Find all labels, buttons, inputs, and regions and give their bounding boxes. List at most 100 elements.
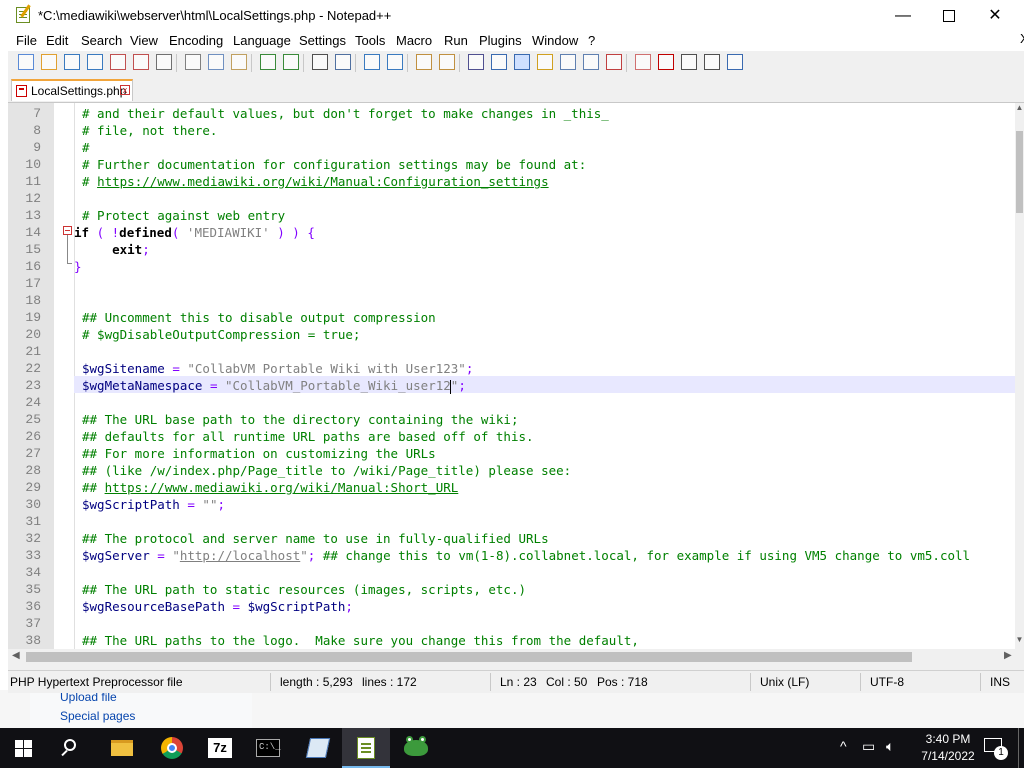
code-line[interactable]: exit; [74, 241, 150, 258]
save-all-icon[interactable] [87, 54, 103, 70]
show-desktop-button[interactable] [1018, 728, 1019, 768]
print-icon[interactable] [156, 54, 172, 70]
code-line[interactable]: # Protect against web entry [74, 207, 285, 224]
code-line[interactable]: ## The protocol and server name to use i… [74, 530, 549, 547]
horizontal-scrollbar[interactable]: ◀ ▶ [8, 649, 1024, 665]
save-icon[interactable] [64, 54, 80, 70]
copy-icon[interactable] [208, 54, 224, 70]
menu-tools[interactable]: Tools [355, 33, 385, 48]
tray-chevron-icon[interactable]: ^ [840, 738, 847, 754]
volume-icon[interactable]: 🔈︎ [886, 738, 894, 755]
menu-encoding[interactable]: Encoding [169, 33, 223, 48]
folder-workspace-icon[interactable] [606, 54, 622, 70]
status-insert-mode[interactable]: INS [990, 675, 1010, 689]
menu-settings[interactable]: Settings [299, 33, 346, 48]
fold-margin[interactable] [54, 103, 74, 649]
doc-map-icon[interactable] [560, 54, 576, 70]
menu-view[interactable]: View [130, 33, 158, 48]
code-line[interactable]: # file, not there. [74, 122, 217, 139]
vertical-scrollbar[interactable]: ▲ ▼ [1015, 103, 1024, 649]
taskbar-frog-app[interactable] [392, 728, 440, 768]
close-all-icon[interactable] [133, 54, 149, 70]
paste-icon[interactable] [231, 54, 247, 70]
code-line[interactable] [74, 343, 82, 360]
record-macro-icon[interactable] [658, 54, 674, 70]
play-macro-icon[interactable] [704, 54, 720, 70]
start-button[interactable] [0, 728, 48, 768]
code-line[interactable]: $wgServer = "http://localhost"; ## chang… [74, 547, 970, 564]
title-bar[interactable]: *C:\mediawiki\webserver\html\LocalSettin… [8, 0, 1024, 31]
menu-run[interactable]: Run [444, 33, 468, 48]
code-line[interactable]: ## The URL path to static resources (ima… [74, 581, 526, 598]
sync-horizontal-icon[interactable] [439, 54, 455, 70]
open-file-icon[interactable] [41, 54, 57, 70]
taskbar-search-button[interactable] [48, 728, 96, 768]
scroll-down-icon[interactable]: ▼ [1015, 635, 1024, 647]
close-button[interactable]: ✕ [972, 0, 1018, 31]
scroll-right-icon[interactable]: ▶ [1004, 650, 1012, 661]
code-line[interactable]: # Further documentation for configuratio… [74, 156, 586, 173]
menu-help[interactable]: ? [588, 33, 595, 48]
code-line[interactable]: # https://www.mediawiki.org/wiki/Manual:… [74, 173, 549, 190]
code-line[interactable]: $wgResourceBasePath = $wgScriptPath; [74, 598, 353, 615]
taskbar-command-prompt[interactable]: C:\_ [244, 728, 292, 768]
menu-search[interactable]: Search [81, 33, 122, 48]
monitor-icon[interactable] [635, 54, 651, 70]
menu-edit[interactable]: Edit [46, 33, 68, 48]
code-line[interactable]: $wgScriptPath = ""; [74, 496, 225, 513]
network-icon[interactable]: ▭ [862, 738, 875, 755]
menu-macro[interactable]: Macro [396, 33, 432, 48]
code-line[interactable]: ## defaults for all runtime URL paths ar… [74, 428, 534, 445]
indent-guide-icon[interactable] [514, 54, 530, 70]
maximize-button[interactable] [926, 0, 972, 31]
fold-collapse-icon[interactable] [63, 226, 72, 235]
code-line[interactable]: ## https://www.mediawiki.org/wiki/Manual… [74, 479, 458, 496]
replace-icon[interactable] [335, 54, 351, 70]
clock-date[interactable]: 7/14/2022 [912, 749, 984, 763]
taskbar-notepad[interactable] [294, 728, 342, 768]
code-line[interactable]: ## (like /w/index.php/Page_title to /wik… [74, 462, 571, 479]
code-line[interactable] [74, 615, 82, 632]
minimize-button[interactable]: — [880, 0, 926, 31]
code-line[interactable]: # [74, 139, 90, 156]
undo-icon[interactable] [260, 54, 276, 70]
new-file-icon[interactable] [18, 54, 34, 70]
stop-macro-icon[interactable] [681, 54, 697, 70]
close-document-x[interactable]: X [1020, 31, 1024, 46]
special-pages-link[interactable]: Special pages [60, 709, 135, 723]
code-editor[interactable]: # and their default values, but don't fo… [8, 103, 1024, 649]
word-wrap-icon[interactable] [468, 54, 484, 70]
code-line[interactable]: # and their default values, but don't fo… [74, 105, 609, 122]
tab-close-icon[interactable]: x [120, 85, 130, 95]
vertical-scroll-thumb[interactable] [1016, 131, 1023, 213]
scroll-left-icon[interactable]: ◀ [12, 650, 20, 661]
menu-language[interactable]: Language [233, 33, 291, 48]
code-line[interactable]: if ( !defined( 'MEDIAWIKI' ) ) { [74, 224, 315, 241]
taskbar-file-explorer[interactable] [98, 728, 146, 768]
code-line[interactable]: $wgSitename = "CollabVM Portable Wiki wi… [74, 360, 473, 377]
run-macro-multiple-icon[interactable] [727, 54, 743, 70]
sync-vertical-icon[interactable] [416, 54, 432, 70]
code-line[interactable] [74, 564, 82, 581]
zoom-out-icon[interactable] [387, 54, 403, 70]
status-eol[interactable]: Unix (LF) [760, 675, 809, 689]
code-line[interactable] [74, 394, 82, 411]
code-line[interactable]: $wgMetaNamespace = "CollabVM_Portable_Wi… [74, 377, 466, 394]
zoom-in-icon[interactable] [364, 54, 380, 70]
code-line[interactable]: # $wgDisableOutputCompression = true; [74, 326, 360, 343]
function-list-icon[interactable] [583, 54, 599, 70]
language-icon[interactable] [537, 54, 553, 70]
menu-file[interactable]: File [16, 33, 37, 48]
code-line[interactable] [74, 292, 82, 309]
code-line[interactable] [74, 275, 82, 292]
menu-window[interactable]: Window [532, 33, 578, 48]
horizontal-scroll-thumb[interactable] [26, 652, 912, 662]
scroll-up-icon[interactable]: ▲ [1015, 103, 1024, 115]
status-encoding[interactable]: UTF-8 [870, 675, 904, 689]
tab-localsettings[interactable]: LocalSettings.php x [11, 79, 133, 101]
code-line[interactable]: ## For more information on customizing t… [74, 445, 436, 462]
code-line[interactable]: ## Uncomment this to disable output comp… [74, 309, 436, 326]
show-all-chars-icon[interactable] [491, 54, 507, 70]
taskbar-7zip[interactable]: 7z [196, 728, 244, 768]
menu-plugins[interactable]: Plugins [479, 33, 522, 48]
